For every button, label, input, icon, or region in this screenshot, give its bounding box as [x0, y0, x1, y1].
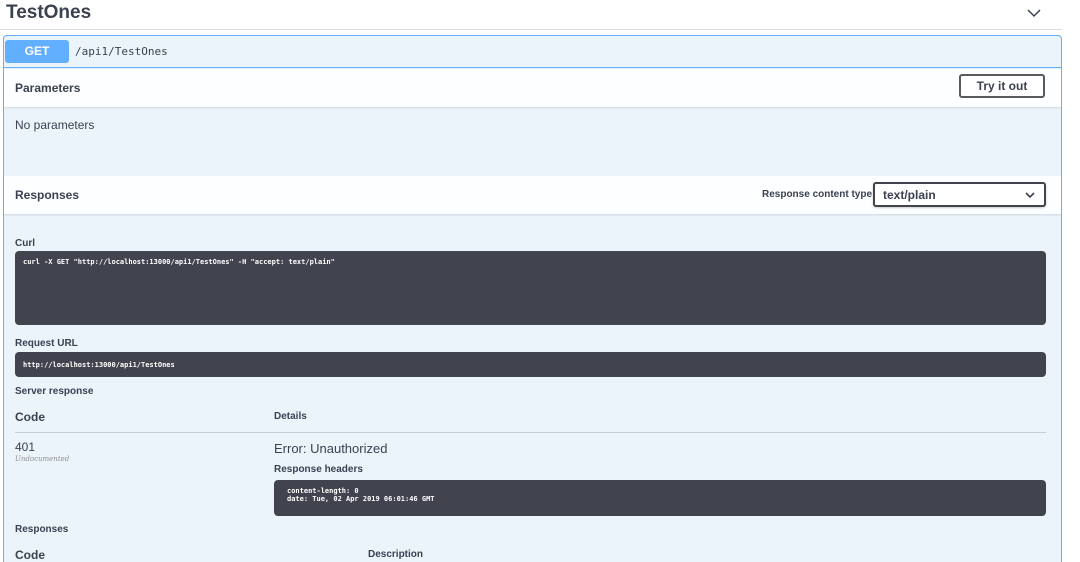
responses-footer-label: Responses	[15, 524, 69, 535]
request-url-label: Request URL	[15, 338, 78, 349]
response-content-type-select[interactable]: text/plain	[873, 182, 1046, 207]
table-divider	[15, 432, 1046, 433]
tag-header[interactable]: TestOnes	[0, 0, 1062, 30]
request-url-box[interactable]: http://localhost:13000/api1/TestOnes	[15, 352, 1046, 377]
chevron-down-icon[interactable]	[1024, 6, 1044, 20]
curl-command: curl -X GET "http://localhost:13000/api1…	[23, 258, 335, 266]
server-response-code-header: Code	[15, 410, 45, 424]
responses-title: Responses	[15, 188, 80, 202]
response-headers-label: Response headers	[274, 464, 363, 475]
responses-code-header: Code	[15, 548, 45, 562]
status-code: 401	[15, 440, 36, 454]
method-badge: GET	[5, 40, 69, 63]
responses-description-header: Description	[368, 549, 424, 560]
parameters-title: Parameters	[15, 81, 81, 95]
request-url-value: http://localhost:13000/api1/TestOnes	[23, 361, 175, 369]
response-headers-text: content-length: 0 date: Tue, 02 Apr 2019…	[287, 487, 435, 503]
operation-block: GET /api1/TestOnes Parameters Try it out…	[3, 35, 1062, 562]
curl-command-box[interactable]: curl -X GET "http://localhost:13000/api1…	[15, 251, 1046, 325]
response-headers-box[interactable]: content-length: 0 date: Tue, 02 Apr 2019…	[274, 480, 1046, 516]
server-response-details-header: Details	[274, 411, 307, 422]
chevron-down-icon	[1025, 192, 1035, 199]
undocumented-label: Undocumented	[15, 455, 70, 463]
try-it-out-button[interactable]: Try it out	[959, 74, 1045, 98]
parameters-header: Parameters	[4, 69, 1061, 107]
operation-summary[interactable]: GET /api1/TestOnes	[4, 36, 1061, 68]
error-message: Error: Unauthorized	[274, 441, 388, 456]
operation-path: /api1/TestOnes	[75, 45, 168, 58]
server-response-label: Server response	[15, 386, 94, 397]
tag-title: TestOnes	[6, 2, 92, 23]
response-content-type-label: Response content type	[762, 189, 873, 200]
no-parameters-text: No parameters	[15, 118, 95, 132]
curl-label: Curl	[15, 238, 35, 249]
response-content-type-value: text/plain	[883, 188, 936, 202]
